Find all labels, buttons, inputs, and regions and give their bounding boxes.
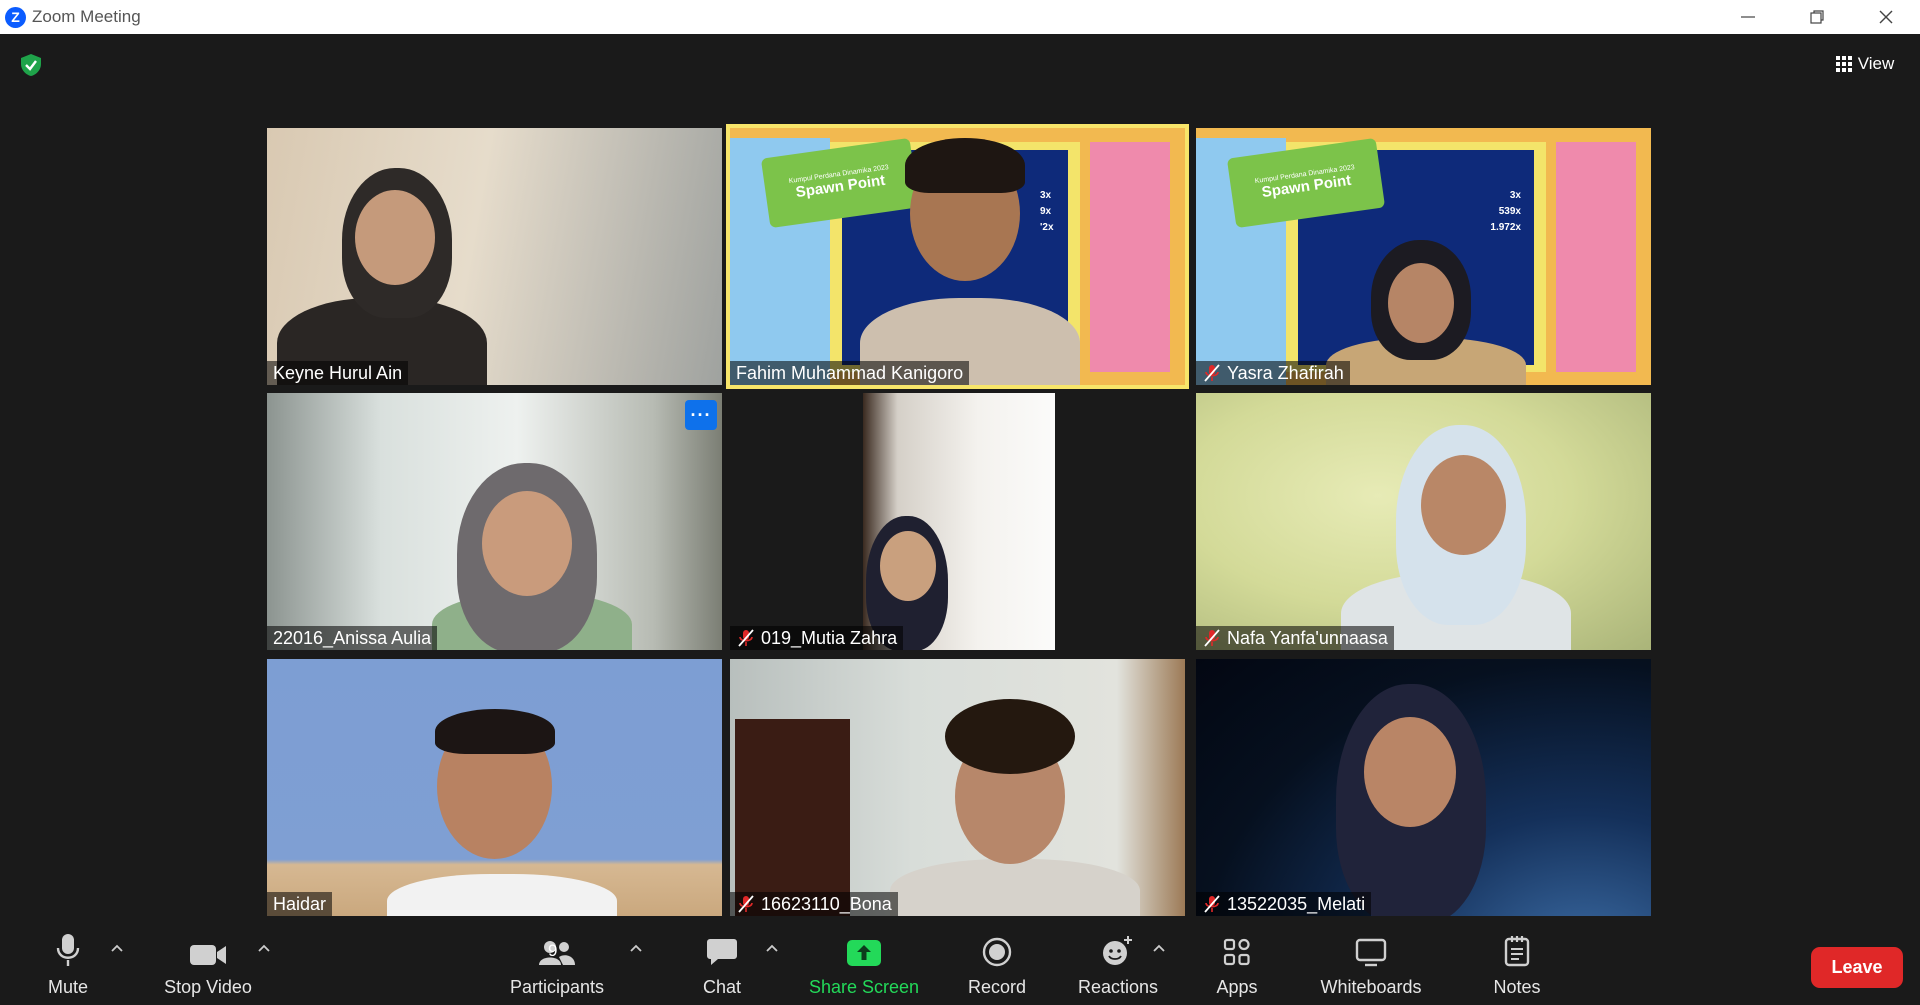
video-tile-fahim[interactable]: Kumpul Perdana Dinamika 2023 Spawn Point… [726,124,1189,389]
meeting-toolbar: Mute Stop Video 9 Participants Chat Shar… [0,925,1920,1005]
mic-muted-icon [738,629,754,647]
share-screen-button[interactable]: Share Screen [802,925,926,1005]
microphone-icon [56,934,80,966]
participant-name-label: 13522035_Melati [1196,892,1372,916]
reactions-options-caret[interactable] [1150,939,1168,957]
video-tile-bona[interactable]: 16623110_Bona [730,659,1185,916]
tile-more-options-button[interactable]: ··· [685,400,717,430]
reactions-smiley-icon [1103,936,1132,965]
video-options-caret[interactable] [255,939,273,957]
chevron-up-icon [630,944,642,952]
reactions-button[interactable]: Reactions [1073,925,1163,1005]
apps-button[interactable]: Apps [1203,925,1271,1005]
chat-options-caret[interactable] [763,939,781,957]
video-tile-haidar[interactable]: Haidar [267,659,722,916]
bg-pink-panel [1556,142,1636,372]
mic-muted-icon [1204,364,1220,382]
participant-name-label: Yasra Zhafirah [1196,361,1350,385]
notes-button[interactable]: Notes [1486,925,1548,1005]
chat-bubble-icon [707,939,737,965]
grid-icon [1835,56,1852,72]
audio-options-caret[interactable] [108,939,126,957]
chat-button[interactable]: Chat [692,925,752,1005]
video-camera-icon [190,945,226,965]
title-bar: Z Zoom Meeting [0,0,1920,34]
mic-muted-icon [738,895,754,913]
notes-icon [1504,936,1530,967]
close-icon [1879,10,1892,24]
participants-button[interactable]: 9 Participants [500,925,614,1005]
game-stats: 3x 539x 1.972x [1490,190,1521,233]
chevron-up-icon [258,944,270,952]
video-tile-melati[interactable]: 13522035_Melati [1196,659,1651,916]
participant-name-label: Nafa Yanfa'unnaasa [1196,626,1394,650]
chevron-up-icon [1153,944,1165,952]
mute-button[interactable]: Mute [36,925,100,1005]
stop-video-button[interactable]: Stop Video [158,925,258,1005]
bg-pink-panel [1090,142,1170,372]
whiteboards-button[interactable]: Whiteboards [1310,925,1432,1005]
record-button[interactable]: Record [960,925,1034,1005]
close-window-button[interactable] [1851,0,1920,34]
game-stats: 3x 9x '2x [1040,190,1054,233]
minimize-button[interactable] [1713,0,1782,34]
participant-name-label: Keyne Hurul Ain [267,361,409,385]
encryption-shield-icon[interactable] [18,52,44,78]
mic-muted-icon [1204,895,1220,913]
participant-name-label: 16623110_Bona [730,892,898,916]
mic-muted-icon [1204,629,1220,647]
minimize-icon [1740,16,1755,18]
view-label: View [1857,54,1895,73]
view-button[interactable]: View [1829,49,1901,79]
whiteboard-icon [1355,938,1387,967]
restore-icon [1809,10,1824,24]
participants-options-caret[interactable] [627,939,645,957]
zoom-logo-icon: Z [5,6,26,28]
participant-name-label: Fahim Muhammad Kanigoro [730,361,970,385]
video-tile-anissa[interactable]: ··· 22016_Anissa Aulia [267,393,722,650]
apps-icon [1223,938,1250,966]
share-screen-icon [847,940,881,966]
chevron-up-icon [766,944,778,952]
video-tile-keyne[interactable]: Keyne Hurul Ain [267,128,722,385]
chevron-up-icon [111,944,123,952]
record-icon [982,937,1012,967]
participant-name-label: 019_Mutia Zahra [730,626,904,650]
window-controls [1713,0,1920,34]
video-tile-yasra[interactable]: Kumpul Perdana Dinamika 2023 Spawn Point… [1196,128,1651,385]
restore-button[interactable] [1782,0,1851,34]
window-title: Zoom Meeting [32,7,141,26]
participants-count: 9 [548,941,558,960]
video-tile-nafa[interactable]: Nafa Yanfa'unnaasa [1196,393,1651,650]
participant-name-label: Haidar [267,892,333,916]
participant-name-label: 22016_Anissa Aulia [267,626,438,650]
video-tile-mutia[interactable]: 019_Mutia Zahra [730,393,1185,650]
leave-meeting-button[interactable]: Leave [1811,947,1903,988]
bg-door [735,719,850,916]
